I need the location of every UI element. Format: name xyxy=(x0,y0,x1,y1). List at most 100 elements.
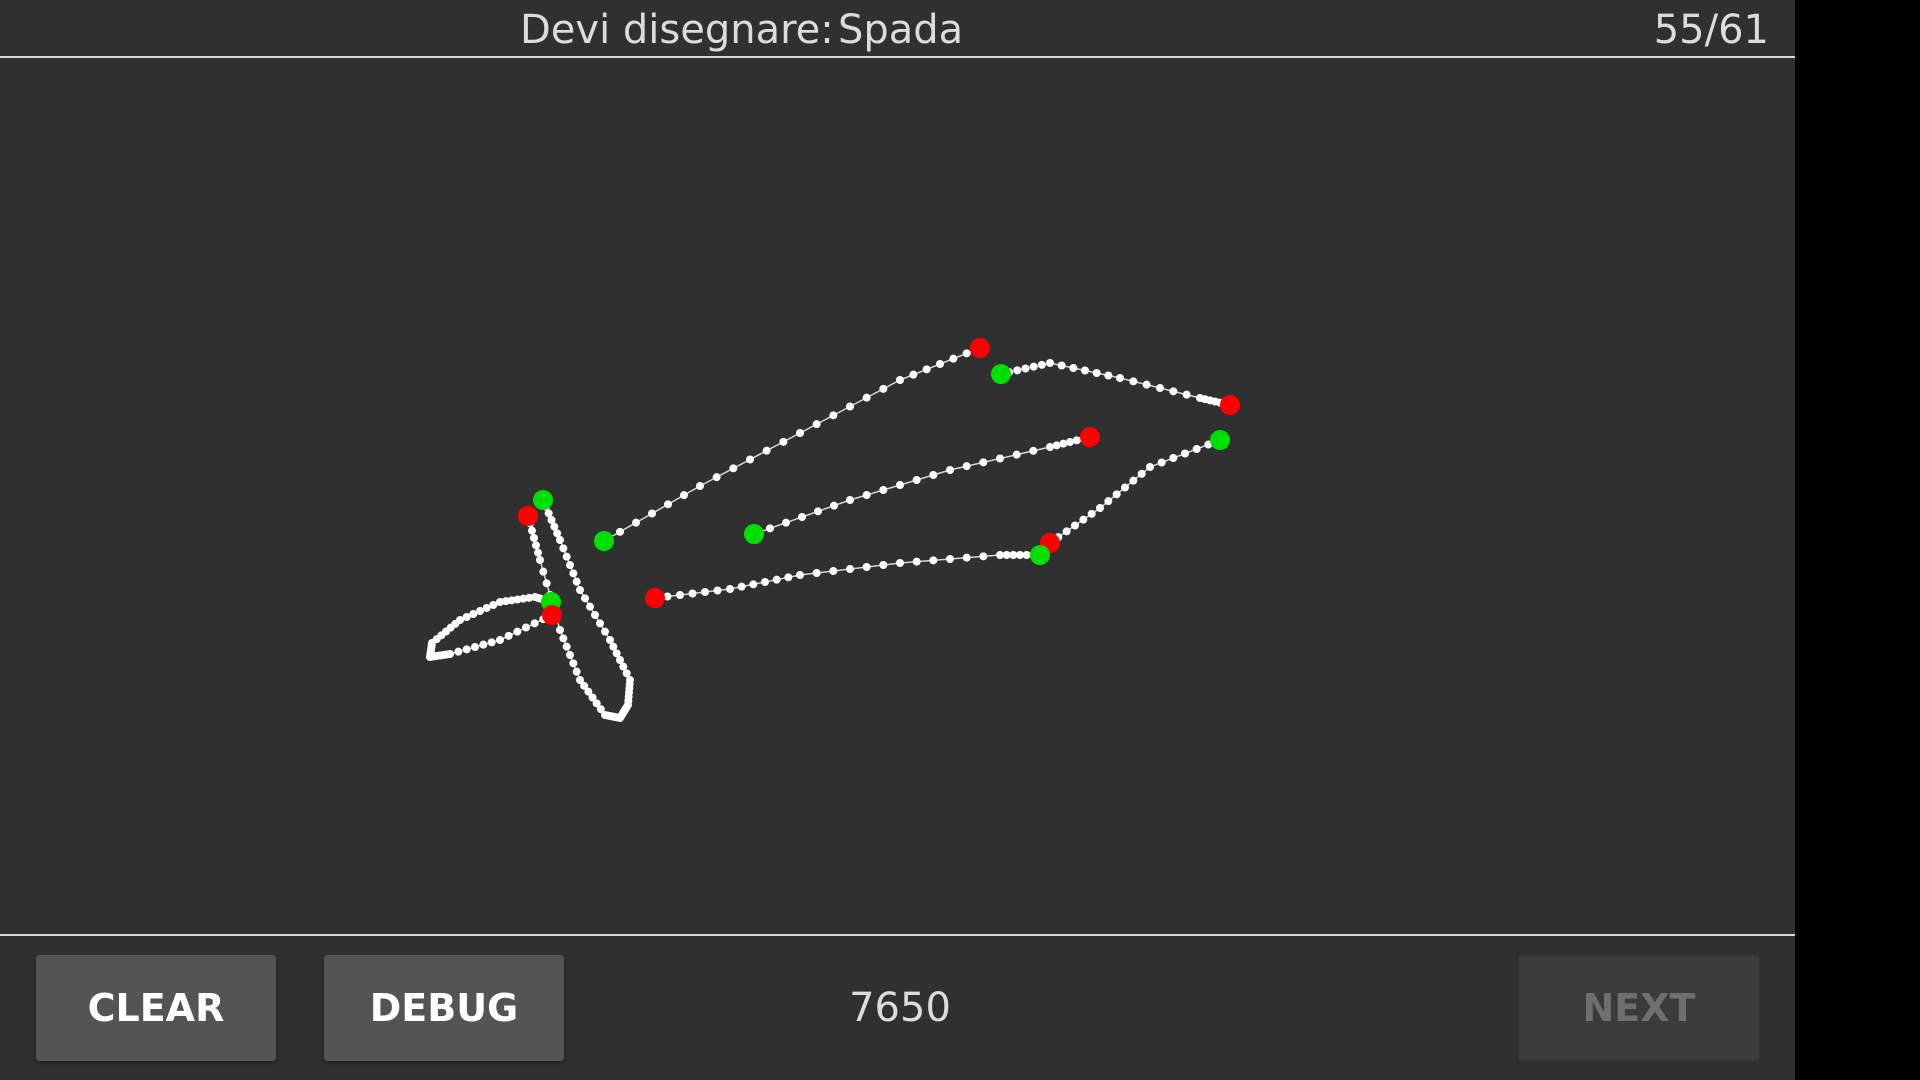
stroke-point xyxy=(749,580,758,589)
stroke-point xyxy=(782,518,790,527)
stroke-point xyxy=(1157,458,1166,467)
stroke-point xyxy=(581,594,589,603)
stroke-start-marker xyxy=(744,524,764,544)
stroke-point xyxy=(471,643,479,651)
stroke-point xyxy=(487,638,496,647)
stroke-point xyxy=(591,611,599,619)
stroke-point xyxy=(1046,359,1054,367)
stroke-point xyxy=(1057,361,1066,370)
stroke-end-marker xyxy=(645,588,665,608)
stroke-point xyxy=(1121,483,1129,492)
stroke-point xyxy=(1192,445,1201,453)
prompt-label: Devi disegnare: xyxy=(520,7,834,53)
stroke-point xyxy=(929,556,938,565)
stroke-point xyxy=(528,526,536,535)
stroke-point xyxy=(1169,454,1178,462)
stroke-point xyxy=(812,420,821,429)
drawing-strokes xyxy=(426,338,1240,722)
stroke-point xyxy=(586,602,594,611)
stroke-point xyxy=(712,473,721,482)
stroke-point xyxy=(1062,527,1071,536)
stroke-point xyxy=(569,569,578,578)
stroke-point xyxy=(479,640,488,649)
stroke-point xyxy=(504,631,513,640)
stroke-end-marker xyxy=(1220,395,1240,415)
stroke-point xyxy=(576,676,584,684)
stroke-point xyxy=(462,645,471,654)
stroke-point xyxy=(1146,463,1154,471)
stroke-point xyxy=(846,565,854,573)
stroke-point xyxy=(534,548,542,557)
stroke-point xyxy=(632,518,640,527)
stroke-start-marker xyxy=(1030,545,1050,565)
stroke-point xyxy=(542,579,551,588)
stroke-point xyxy=(1116,374,1124,382)
next-button[interactable]: NEXT xyxy=(1519,955,1759,1061)
stroke-point xyxy=(536,556,544,564)
stroke-point xyxy=(929,471,938,479)
stroke-point xyxy=(729,464,738,473)
clear-button[interactable]: CLEAR xyxy=(36,955,276,1061)
stroke-point xyxy=(846,496,854,504)
stroke-point xyxy=(946,555,954,563)
stroke-point xyxy=(796,429,804,437)
stroke-point xyxy=(556,536,564,544)
progress-counter: 55/61 xyxy=(1653,7,1769,53)
stroke-point xyxy=(946,466,954,474)
stroke-point xyxy=(1142,380,1151,389)
stroke-point xyxy=(996,551,1004,559)
stroke-point xyxy=(862,491,871,499)
stroke-point xyxy=(996,454,1004,463)
stroke-start-marker xyxy=(1210,430,1230,450)
stroke-point xyxy=(1169,387,1178,396)
stroke-point xyxy=(596,619,604,628)
stroke-point xyxy=(569,659,578,668)
drawing-canvas[interactable] xyxy=(0,58,1795,934)
stroke-point xyxy=(1096,504,1104,512)
stroke-point xyxy=(539,567,548,576)
stroke-point xyxy=(616,527,624,536)
stroke-point xyxy=(513,627,522,636)
footer-divider xyxy=(0,934,1795,936)
stroke-point xyxy=(1156,384,1164,392)
stroke-point xyxy=(762,446,771,455)
stroke-point xyxy=(896,559,904,567)
stroke-point xyxy=(1081,366,1089,375)
stroke-point xyxy=(1029,446,1038,455)
stroke-point xyxy=(1129,377,1138,386)
stroke-point xyxy=(812,569,821,577)
stroke-point xyxy=(601,627,609,636)
stroke-point xyxy=(1021,364,1030,373)
stroke-start-marker xyxy=(533,490,553,510)
stroke-point xyxy=(830,501,838,510)
stroke-point xyxy=(566,561,574,569)
stroke-point xyxy=(936,360,944,368)
stroke-point xyxy=(1066,438,1074,446)
stroke-point xyxy=(879,561,888,569)
stroke-point xyxy=(846,402,854,411)
stroke-point xyxy=(559,634,568,643)
stroke-point xyxy=(962,553,971,562)
stroke-end-marker xyxy=(518,506,538,526)
stroke-point xyxy=(572,577,581,586)
stroke-point xyxy=(761,578,769,586)
target-word: Spada xyxy=(838,7,964,53)
debug-button[interactable]: DEBUG xyxy=(324,955,564,1061)
stroke-point xyxy=(829,567,838,575)
stroke-point xyxy=(862,563,871,571)
stroke-point xyxy=(862,393,871,402)
stroke-point xyxy=(814,507,822,516)
stroke-point xyxy=(766,524,774,533)
stroke-end-marker xyxy=(970,338,990,358)
stroke-point xyxy=(664,500,672,509)
stroke-point xyxy=(566,651,574,659)
stroke-start-marker xyxy=(991,364,1011,384)
stroke-point xyxy=(1012,450,1021,459)
stroke-point xyxy=(784,573,793,582)
stroke-point xyxy=(726,585,734,593)
stroke-point xyxy=(979,552,988,561)
stroke-point xyxy=(962,462,971,471)
stroke-point xyxy=(532,541,540,550)
stroke-point xyxy=(713,586,722,595)
stroke-point xyxy=(576,586,584,594)
